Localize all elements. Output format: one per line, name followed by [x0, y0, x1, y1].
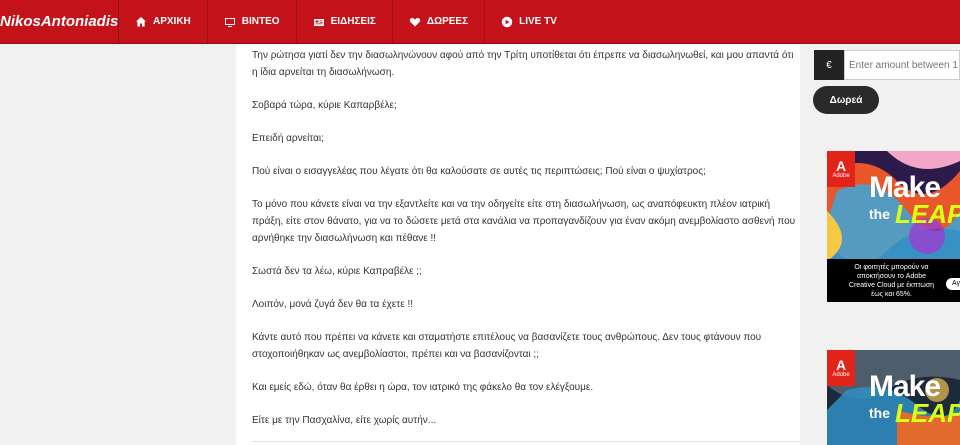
nav-item-video[interactable]: ΒΙΝΤΕΟ	[206, 0, 296, 44]
article-paragraph: Σωστά δεν τα λέω, κύριε Καπραβέλε ;;	[252, 266, 422, 277]
sidebar: € Δωρεά A Adobe Make the LEAP Οι φοιτητέ…	[812, 44, 960, 445]
nav-item-label: ΒΙΝΤΕΟ	[241, 16, 280, 27]
site-logo[interactable]: NikosAntoniadis.tv	[0, 13, 118, 30]
ad-caption-line: Creative Cloud με έκπτωση	[848, 282, 935, 289]
nav-item-live-tv[interactable]: LIVE TV	[484, 0, 573, 44]
page: NikosAntoniadis.tv ΑΡΧΙΚΗ ΒΙΝΤΕΟ ΕΙΔΗΣΕΙ…	[0, 0, 960, 445]
nav-item-donations[interactable]: ΔΩΡΕΕΣ	[391, 0, 484, 44]
tv-icon	[224, 16, 236, 28]
top-nav-bar: NikosAntoniadis.tv ΑΡΧΙΚΗ ΒΙΝΤΕΟ ΕΙΔΗΣΕΙ…	[0, 0, 960, 44]
nav-item-label: ΑΡΧΙΚΗ	[153, 16, 191, 27]
adobe-ad-banner[interactable]: A Adobe Make the LEAP	[827, 350, 960, 445]
ad-caption-line: Οι φοιτητές μπορούν να	[854, 264, 929, 271]
nav-item-label: ΕΙΔΗΣΕΙΣ	[330, 16, 376, 27]
ad-headline-the: the	[869, 405, 890, 421]
article-paragraph: Πού είναι ο εισαγγελέας που λέγατε ότι θ…	[252, 166, 706, 177]
donation-amount-input[interactable]	[844, 50, 960, 80]
article-paragraph: Την ρώτησα γιατί δεν την διασωληνώνουν α…	[252, 50, 794, 78]
divider	[252, 441, 800, 442]
nav-item-label: ΔΩΡΕΕΣ	[426, 16, 469, 27]
nav-item-label: LIVE TV	[519, 16, 557, 27]
ad-headline-the: the	[869, 206, 890, 222]
ad-caption: Οι φοιτητές μπορούν να αποκτήσουν το Ado…	[827, 259, 960, 302]
article-paragraph: Κάντε αυτό που πρέπει να κάνετε και σταμ…	[252, 332, 762, 360]
donate-button[interactable]: Δωρεά	[813, 86, 879, 114]
ad-caption-line: αποκτήσουν το Adobe	[856, 273, 927, 280]
nav-item-home[interactable]: ΑΡΧΙΚΗ	[118, 0, 207, 44]
ad-caption-line: έως και 65%.	[871, 291, 912, 298]
home-icon	[135, 16, 147, 28]
adobe-logo-icon: A Adobe	[827, 350, 855, 386]
article-paragraph: Επειδή αρνείται;	[252, 133, 324, 144]
article-paragraph: Λοιπόν, μονά ζυγά δεν θα τα έχετε !!	[252, 299, 414, 310]
article-paragraph: Είτε με την Πασχαλίνα, είτε χωρίς αυτήν.…	[252, 415, 437, 426]
heart-icon	[409, 16, 421, 28]
article-paragraph: Και εμείς εδώ, όταν θα έρθει η ώρα, τον …	[252, 382, 594, 393]
article-panel: Την ρώτησα γιατί δεν την διασωληνώνουν α…	[236, 44, 800, 445]
nav-item-news[interactable]: ΕΙΔΗΣΕΙΣ	[295, 0, 392, 44]
ad-headline-leap: LEAP	[895, 398, 960, 428]
article-paragraph: Το μόνο που κάνετε είναι να την εξαντλεί…	[252, 199, 796, 244]
ad-brand: Adobe	[832, 173, 850, 179]
article-body: Την ρώτησα γιατί δεν την διασωληνώνουν α…	[236, 47, 800, 429]
main-nav: ΑΡΧΙΚΗ ΒΙΝΤΕΟ ΕΙΔΗΣΕΙΣ ΔΩΡΕΕΣ LIVE TV	[118, 0, 573, 44]
adobe-ad-banner[interactable]: A Adobe Make the LEAP Οι φοιτητές μπορού…	[827, 151, 960, 302]
ad-brand: Adobe	[832, 372, 850, 378]
play-circle-icon	[501, 16, 513, 28]
ad-cta-button[interactable]: Αγ	[946, 278, 960, 290]
adobe-logo-icon: A Adobe	[827, 151, 855, 187]
ad-headline-leap: LEAP	[895, 199, 960, 229]
currency-symbol: €	[814, 50, 844, 80]
newspaper-icon	[313, 16, 325, 28]
donation-form: €	[814, 50, 960, 80]
article-paragraph: Σοβαρά τώρα, κύριε Καπαρβέλε;	[252, 100, 397, 111]
